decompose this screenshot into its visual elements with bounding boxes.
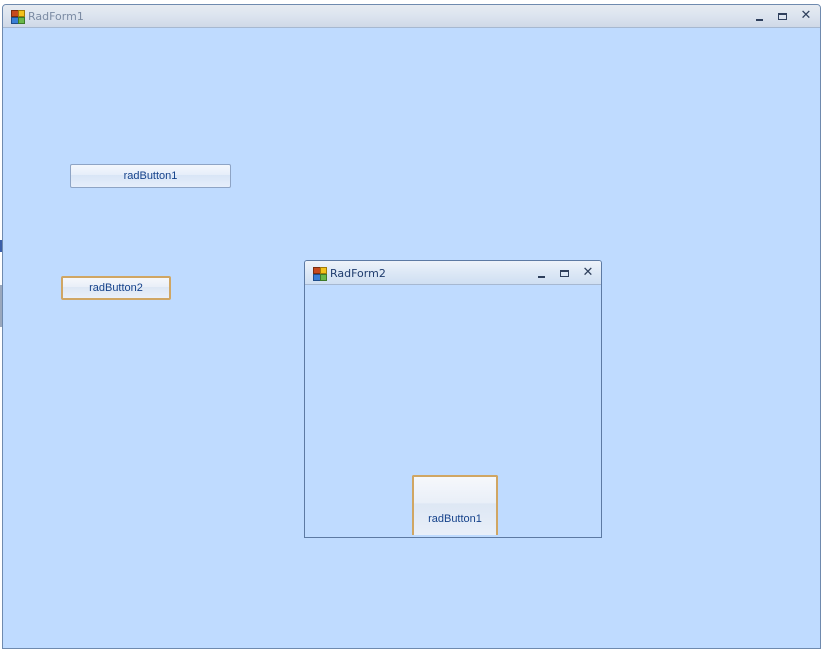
title-bar[interactable]: RadForm2 ✕	[305, 261, 601, 285]
close-icon: ✕	[582, 265, 594, 280]
rad-form-1-window: RadForm1 ✕ radButton1 radButton2 RadForm…	[2, 4, 821, 649]
window-title: RadForm1	[28, 10, 84, 23]
maximize-icon	[560, 270, 569, 277]
rad-form-2-window: RadForm2 ✕ radButton1	[304, 260, 602, 538]
window-title: RadForm2	[330, 267, 386, 280]
minimize-icon	[538, 276, 545, 278]
rad-button-1[interactable]: radButton1	[412, 475, 498, 535]
button-label: radButton1	[428, 513, 482, 525]
close-button[interactable]: ✕	[798, 9, 814, 23]
app-form-icon	[313, 267, 327, 281]
maximize-icon	[778, 13, 787, 20]
app-form-icon	[11, 10, 25, 24]
close-icon: ✕	[800, 8, 812, 23]
maximize-button[interactable]	[775, 10, 791, 24]
minimize-icon	[756, 19, 763, 21]
minimize-button[interactable]	[534, 267, 550, 281]
rad-button-2[interactable]: radButton2	[61, 276, 171, 300]
minimize-button[interactable]	[752, 10, 768, 24]
title-bar[interactable]: RadForm1 ✕	[3, 5, 820, 28]
maximize-button[interactable]	[557, 267, 573, 281]
close-button[interactable]: ✕	[580, 266, 596, 280]
rad-button-1[interactable]: radButton1	[70, 164, 231, 188]
